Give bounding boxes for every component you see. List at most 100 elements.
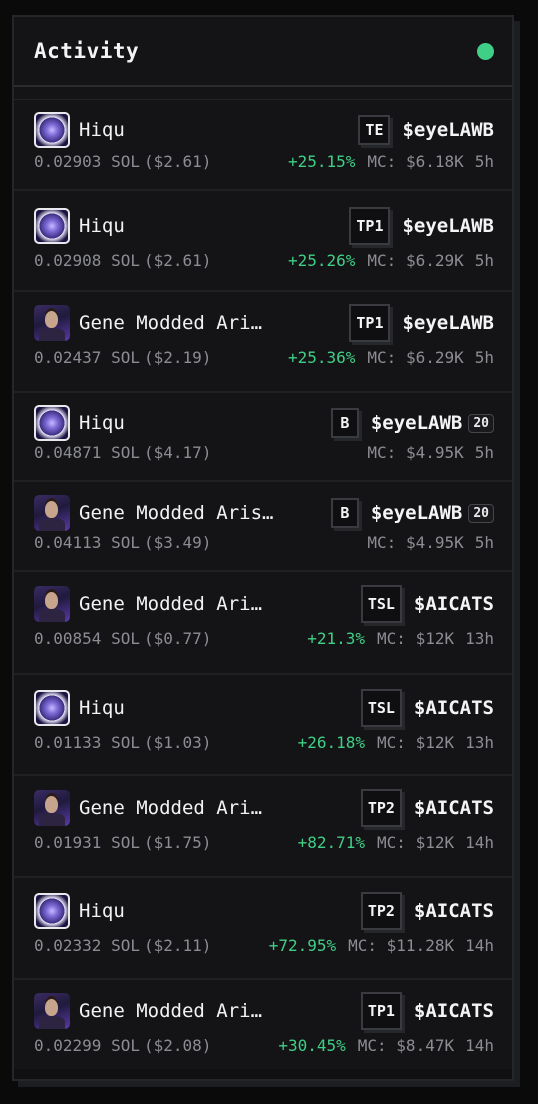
- panel-title: Activity: [34, 39, 140, 63]
- gene-avatar[interactable]: [34, 305, 70, 341]
- activity-row-top: Hiqu TSL $AICATS: [34, 689, 494, 727]
- trade-token-info: TSL $AICATS: [360, 585, 494, 623]
- trader-name[interactable]: Gene Modded Ari…: [79, 797, 262, 819]
- activity-row-bottom: 0.04113 SOL ($3.49) MC: $4.95K 5h: [34, 533, 494, 552]
- activity-row[interactable]: Gene Modded Ari… TP2 $AICATS 0.01931 SOL…: [14, 776, 512, 878]
- trade-type-badge: TP2: [360, 789, 402, 827]
- token-symbol[interactable]: $AICATS: [414, 900, 494, 922]
- market-cap: MC: $12K: [377, 833, 455, 852]
- trader-name[interactable]: Hiqu: [79, 412, 125, 434]
- trade-token-info: TP1 $eyeLAWB: [349, 207, 494, 245]
- trader-name[interactable]: Hiqu: [79, 215, 125, 237]
- trader-name[interactable]: Hiqu: [79, 697, 125, 719]
- activity-row-bottom: 0.00854 SOL ($0.77) +21.3% MC: $12K 13h: [34, 629, 494, 648]
- usd-amount: ($1.75): [143, 833, 212, 852]
- activity-row[interactable]: Hiqu TP1 $eyeLAWB 0.02908 SOL ($2.61) +25…: [14, 191, 512, 292]
- trader-name[interactable]: Hiqu: [79, 119, 125, 141]
- live-status-dot: [477, 42, 494, 60]
- activity-row[interactable]: Hiqu TE $eyeLAWB 0.02903 SOL ($2.61) +25.…: [14, 100, 512, 191]
- trade-token-info: TP1 $eyeLAWB: [349, 304, 494, 342]
- trade-amount: 0.01931 SOL ($1.75): [34, 833, 211, 852]
- trader-name[interactable]: Gene Modded Ari…: [79, 1000, 262, 1022]
- gene-avatar[interactable]: [34, 586, 70, 622]
- trader-info: Gene Modded Ari…: [34, 790, 262, 826]
- header-divider: [14, 87, 512, 100]
- activity-row-bottom: 0.01931 SOL ($1.75) +82.71% MC: $12K 14h: [34, 833, 494, 852]
- hiqu-avatar[interactable]: [34, 112, 70, 148]
- market-cap: MC: $4.95K: [367, 533, 464, 552]
- trade-amount: 0.01133 SOL ($1.03): [34, 733, 211, 752]
- market-cap: MC: $6.29K: [367, 251, 464, 270]
- trade-token-info: TSL $AICATS: [360, 689, 494, 727]
- activity-header: Activity: [14, 17, 512, 87]
- trade-type-badge: TP2: [360, 892, 402, 930]
- gene-avatar[interactable]: [34, 790, 70, 826]
- trader-info: Gene Modded Ari…: [34, 993, 262, 1029]
- activity-row[interactable]: Gene Modded Ari… TSL $AICATS 0.00854 SOL…: [14, 572, 512, 675]
- activity-row[interactable]: Hiqu TP2 $AICATS 0.02332 SOL ($2.11) +72.…: [14, 878, 512, 980]
- sol-amount: 0.04113 SOL: [34, 533, 140, 552]
- gene-avatar[interactable]: [34, 495, 70, 531]
- trader-name[interactable]: Gene Modded Ari…: [79, 312, 262, 334]
- token-symbol[interactable]: $eyeLAWB: [402, 215, 494, 237]
- activity-row-top: Hiqu TE $eyeLAWB: [34, 112, 494, 148]
- activity-row[interactable]: Gene Modded Ari… TP1 $AICATS 0.02299 SOL…: [14, 980, 512, 1079]
- activity-row[interactable]: Hiqu TSL $AICATS 0.01133 SOL ($1.03) +26.…: [14, 675, 512, 776]
- trader-info: Gene Modded Ari…: [34, 586, 262, 622]
- trader-name[interactable]: Gene Modded Aris…: [79, 502, 273, 524]
- gene-avatar[interactable]: [34, 993, 70, 1029]
- trade-type-badge: TE: [358, 115, 391, 145]
- token-symbol[interactable]: $eyeLAWB: [402, 312, 494, 334]
- activity-row-top: Gene Modded Ari… TP1 $eyeLAWB: [34, 304, 494, 342]
- sol-amount: 0.01931 SOL: [34, 833, 140, 852]
- trade-age: 5h: [474, 152, 494, 171]
- hiqu-avatar[interactable]: [34, 690, 70, 726]
- token-symbol[interactable]: $eyeLAWB: [371, 502, 463, 524]
- activity-row-bottom: 0.02299 SOL ($2.08) +30.45% MC: $8.47K 14h: [34, 1036, 494, 1055]
- trade-age: 14h: [465, 1036, 494, 1055]
- hiqu-avatar[interactable]: [34, 893, 70, 929]
- trade-amount: 0.04113 SOL ($3.49): [34, 533, 211, 552]
- usd-amount: ($2.61): [143, 251, 212, 270]
- sol-amount: 0.02437 SOL: [34, 348, 140, 367]
- trade-stats: MC: $4.95K 5h: [367, 533, 494, 552]
- trade-type-badge: TSL: [360, 585, 402, 623]
- token-symbol[interactable]: $AICATS: [414, 1000, 494, 1022]
- token-symbol[interactable]: $AICATS: [414, 697, 494, 719]
- profit-percent: +26.18%: [297, 733, 366, 752]
- activity-row[interactable]: Gene Modded Aris… B $eyeLAWB 20 0.04113 …: [14, 482, 512, 572]
- market-cap: MC: $12K: [377, 629, 455, 648]
- activity-row[interactable]: Gene Modded Ari… TP1 $eyeLAWB 0.02437 SO…: [14, 292, 512, 393]
- trade-age: 5h: [474, 443, 494, 462]
- trader-info: Hiqu: [34, 208, 125, 244]
- trade-amount: 0.02903 SOL ($2.61): [34, 152, 211, 171]
- trade-stats: MC: $4.95K 5h: [367, 443, 494, 462]
- trade-stats: +82.71% MC: $12K 14h: [298, 833, 494, 852]
- trader-info: Hiqu: [34, 893, 125, 929]
- trade-stats: +25.36% MC: $6.29K 5h: [288, 348, 494, 367]
- activity-row[interactable]: Hiqu B $eyeLAWB 20 0.04871 SOL ($4.17) MC…: [14, 393, 512, 482]
- trade-age: 14h: [465, 936, 494, 955]
- activity-row-top: Gene Modded Aris… B $eyeLAWB 20: [34, 495, 494, 531]
- trade-age: 13h: [465, 733, 494, 752]
- activity-row-bottom: 0.01133 SOL ($1.03) +26.18% MC: $12K 13h: [34, 733, 494, 752]
- token-symbol[interactable]: $eyeLAWB: [402, 119, 494, 141]
- token-symbol[interactable]: $AICATS: [414, 797, 494, 819]
- trade-type-badge: TSL: [360, 689, 402, 727]
- trader-name[interactable]: Gene Modded Ari…: [79, 593, 262, 615]
- trader-name[interactable]: Hiqu: [79, 900, 125, 922]
- market-cap: MC: $8.47K: [357, 1036, 455, 1055]
- trade-age: 13h: [465, 629, 494, 648]
- activity-row-top: Gene Modded Ari… TSL $AICATS: [34, 585, 494, 623]
- trade-stats: +25.15% MC: $6.18K 5h: [288, 152, 494, 171]
- hiqu-avatar[interactable]: [34, 405, 70, 441]
- trader-info: Hiqu: [34, 690, 125, 726]
- token-symbol[interactable]: $AICATS: [414, 593, 494, 615]
- trader-info: Gene Modded Aris…: [34, 495, 273, 531]
- activity-row-top: Hiqu TP2 $AICATS: [34, 892, 494, 930]
- trade-type-badge: B: [330, 408, 359, 438]
- trader-info: Gene Modded Ari…: [34, 305, 262, 341]
- token-symbol[interactable]: $eyeLAWB: [371, 412, 463, 434]
- trade-stats: +26.18% MC: $12K 13h: [298, 733, 494, 752]
- hiqu-avatar[interactable]: [34, 208, 70, 244]
